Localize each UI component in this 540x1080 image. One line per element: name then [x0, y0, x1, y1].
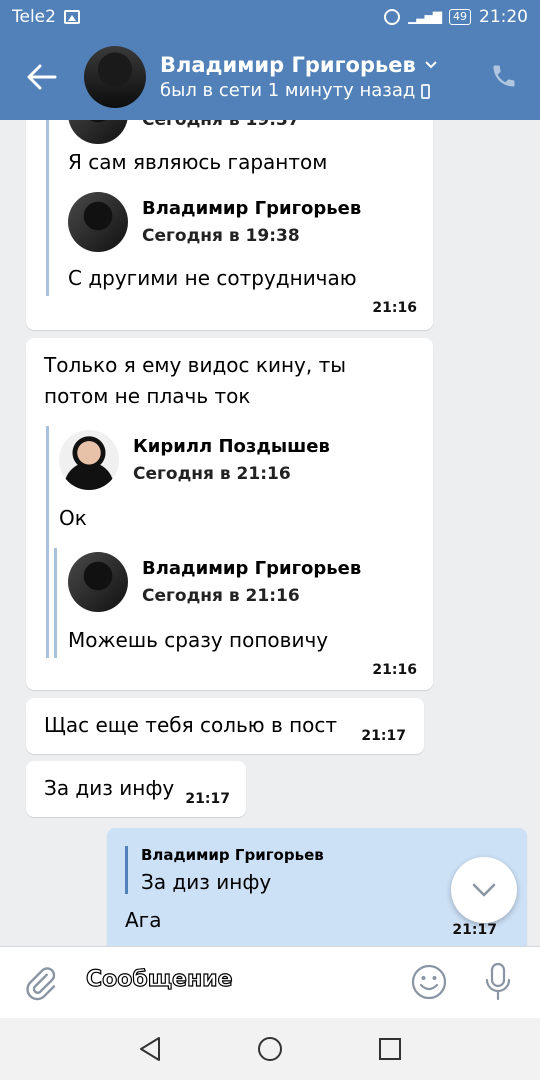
forwarded-date: Сегодня в 21:16: [133, 464, 291, 484]
forwarded-sender: Владимир Григорьев: [142, 198, 362, 219]
reply-sender: Владимир Григорьев: [141, 846, 324, 864]
system-nav-bar: [0, 1018, 540, 1080]
chat-header: Владимир Григорьев был в сети 1 минуту н…: [0, 34, 540, 120]
forwarded-avatar: [68, 120, 128, 144]
contact-status: был в сети 1 минуту назад: [160, 79, 416, 101]
nav-back-icon[interactable]: [137, 1035, 163, 1063]
message-input[interactable]: Сообщение: [85, 966, 233, 992]
message-list[interactable]: Сегодня в 19:37 Я сам являюсь гарантом В…: [0, 120, 540, 946]
message-time: 21:17: [185, 791, 230, 807]
message-text: Ага: [125, 908, 162, 932]
message-bubble[interactable]: Только я ему видос кину, ты потом не пла…: [26, 338, 433, 690]
forwarded-text: Я сам являюсь гарантом: [68, 150, 328, 174]
nested-forwarded-block: [54, 548, 57, 658]
back-button[interactable]: [0, 34, 84, 120]
paperclip-icon[interactable]: [22, 963, 58, 1003]
mobile-icon: [421, 83, 431, 99]
signal-icon: ▁▃▅▇: [408, 10, 442, 24]
contact-info[interactable]: Владимир Григорьев был в сети 1 минуту н…: [160, 52, 438, 103]
microphone-icon[interactable]: [482, 961, 514, 1003]
forwarded-text: Ок: [59, 506, 87, 530]
message-text: За диз инфу: [44, 776, 175, 800]
message-time: 21:17: [452, 922, 497, 938]
message-bubble[interactable]: За диз инфу 21:17: [26, 761, 246, 817]
forwarded-sender: Кирилл Поздышев: [133, 436, 330, 457]
message-bubble[interactable]: Щас еще тебя солью в пост 21:17: [26, 698, 424, 754]
forwarded-date: Сегодня в 21:16: [142, 586, 300, 606]
message-text: Щас еще тебя солью в пост: [44, 713, 338, 737]
forwarded-sender: Владимир Григорьев: [142, 558, 362, 579]
message-composer: Сообщение: [0, 946, 540, 1018]
clock: 21:20: [479, 7, 528, 27]
alarm-icon: [384, 9, 401, 25]
chevron-down-icon: [425, 61, 437, 69]
nav-home-icon[interactable]: [256, 1035, 284, 1063]
scroll-to-bottom-button[interactable]: [451, 857, 517, 923]
forwarded-avatar: [68, 552, 128, 612]
smile-icon[interactable]: [410, 963, 448, 1001]
reply-block: [125, 846, 128, 894]
message-text: Только я ему видос кину, ты потом не пла…: [44, 353, 347, 408]
carrier-label: Tele2: [12, 7, 56, 27]
nav-recents-icon[interactable]: [377, 1036, 403, 1062]
contact-name: Владимир Григорьев: [160, 52, 416, 77]
forwarded-date: Сегодня в 19:37: [142, 120, 300, 130]
message-time: 21:16: [372, 662, 417, 678]
arrow-left-icon: [27, 64, 57, 90]
forwarded-block: [46, 426, 49, 658]
status-bar: Tele2 ▁▃▅▇ 49 21:20: [0, 0, 540, 34]
gallery-notification-icon: [63, 10, 80, 24]
forwarded-date: Сегодня в 19:38: [142, 226, 300, 246]
message-time: 21:16: [372, 300, 417, 316]
contact-avatar[interactable]: [84, 46, 146, 108]
forwarded-avatar: [68, 192, 128, 252]
reply-text: За диз инфу: [141, 870, 272, 894]
phone-icon[interactable]: [490, 62, 518, 90]
chevron-down-icon: [472, 883, 496, 897]
battery-icon: 49: [449, 9, 471, 25]
message-bubble[interactable]: Сегодня в 19:37 Я сам являюсь гарантом В…: [26, 120, 433, 330]
message-time: 21:17: [361, 728, 406, 744]
forwarded-avatar: [59, 430, 119, 490]
forwarded-text: Можешь сразу поповичу: [68, 628, 329, 652]
forwarded-text: С другими не сотрудничаю: [68, 266, 357, 290]
forwarded-block: [46, 120, 49, 296]
